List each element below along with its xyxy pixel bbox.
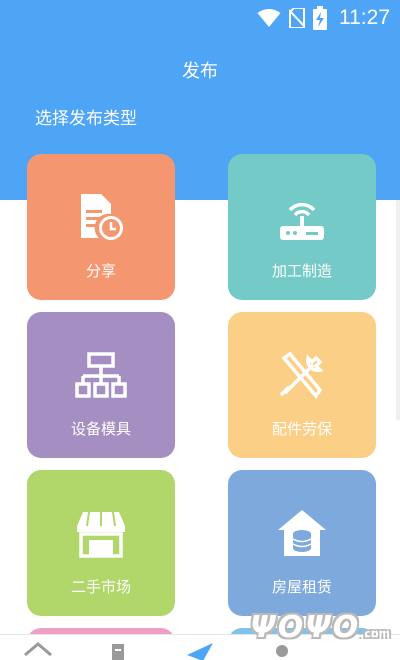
send-icon[interactable]	[180, 641, 220, 660]
status-bar: 11:27	[0, 0, 400, 36]
no-sim-icon	[289, 8, 305, 28]
category-card-second-hand-market[interactable]: 二手市场	[27, 470, 175, 616]
page-title: 发布	[182, 61, 218, 82]
card-label: 房屋租赁	[271, 578, 332, 596]
router-icon	[228, 190, 376, 246]
category-card-house-rental[interactable]: 房屋租赁	[228, 470, 376, 616]
home-icon[interactable]	[18, 641, 58, 660]
card-label: 设备模具	[70, 420, 131, 438]
watermark-logo: ΨΟΨΟ.com	[250, 610, 390, 645]
category-card-accessories[interactable]: 配件劳保	[228, 312, 376, 458]
store-icon	[27, 506, 175, 562]
card-label: 分享	[85, 262, 116, 280]
house-coins-icon	[228, 506, 376, 562]
document-clock-icon	[27, 190, 175, 246]
wifi-icon	[257, 8, 281, 28]
section-subtitle: 选择发布类型	[35, 109, 137, 129]
scroll-shadow	[396, 200, 400, 420]
card-label: 配件劳保	[271, 420, 332, 438]
card-label: 二手市场	[70, 578, 131, 596]
battery-charging-icon	[313, 6, 327, 30]
status-time: 11:27	[339, 6, 390, 29]
category-card-processing[interactable]: 加工制造	[228, 154, 376, 300]
category-card-share[interactable]: 分享	[27, 154, 175, 300]
org-chart-icon	[27, 348, 175, 404]
card-label: 加工制造	[271, 262, 332, 280]
list-icon[interactable]	[98, 641, 138, 660]
category-card-equipment-molds[interactable]: 设备模具	[27, 312, 175, 458]
tools-icon	[228, 348, 376, 404]
